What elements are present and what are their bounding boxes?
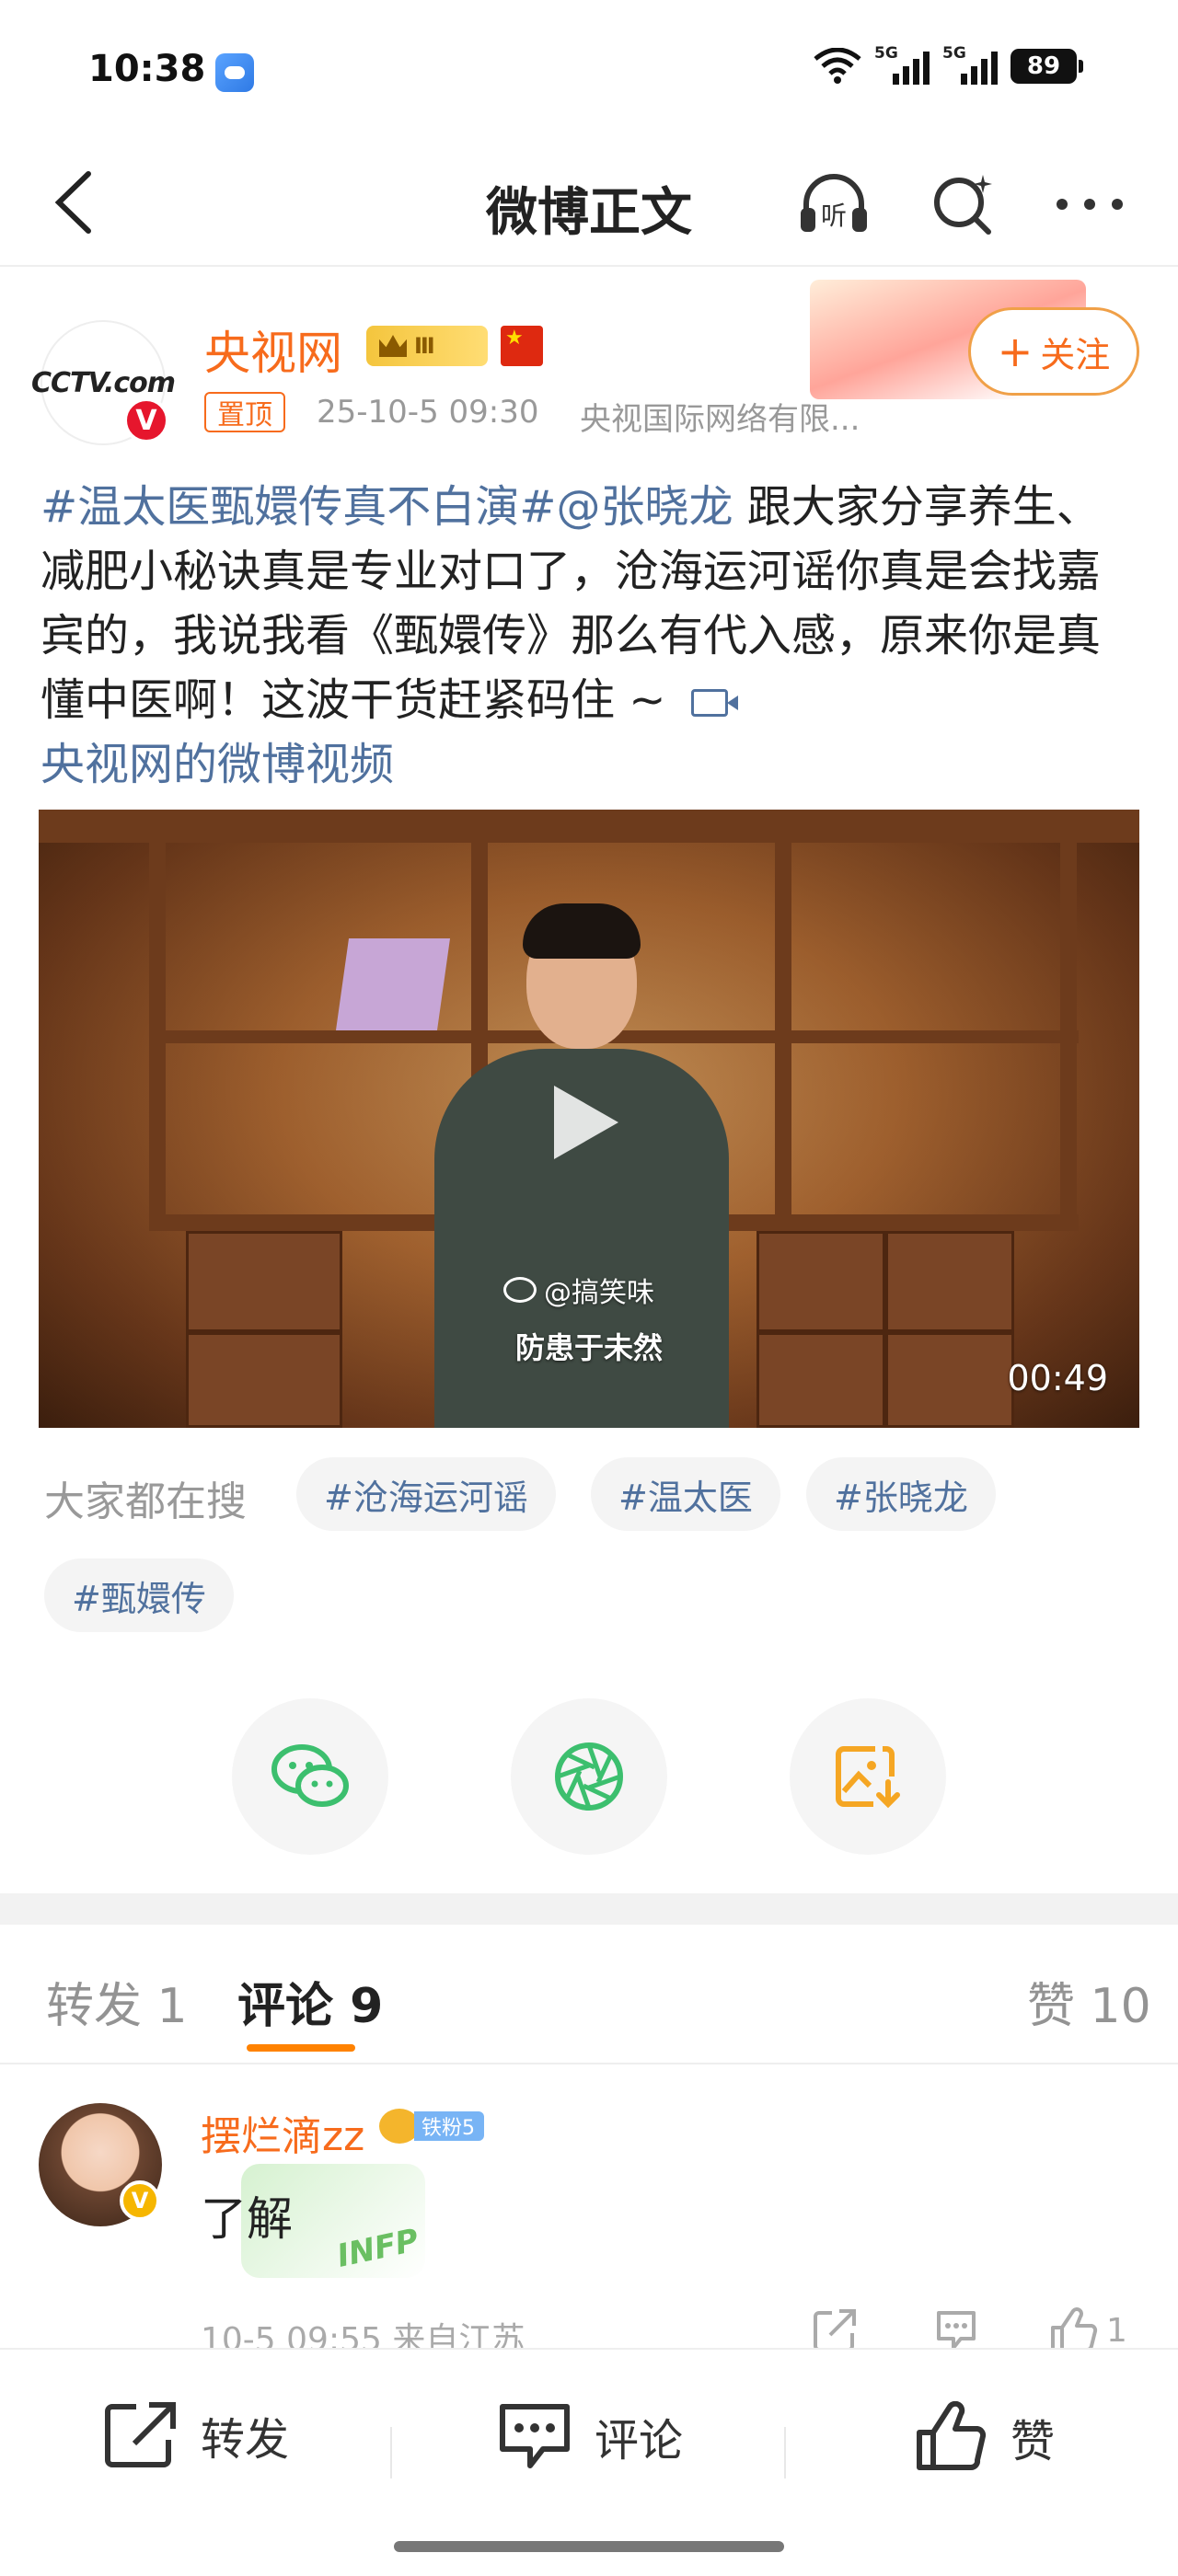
search-tag[interactable]: #温太医 (591, 1457, 780, 1531)
more-button[interactable] (1053, 167, 1126, 241)
weather-icon (215, 53, 254, 92)
comment-text: 了解 (201, 2192, 293, 2246)
save-image-button[interactable] (790, 1698, 946, 1855)
post-text: #温太医甄嬛传真不白演#@张晓龙 跟大家分享养生、减肥小秘诀真是专业对口了，沧海… (40, 475, 1141, 797)
video-camera-icon (690, 689, 738, 717)
thumbs-up-icon (1051, 2307, 1098, 2352)
trending-search-label: 大家都在搜 (44, 1478, 247, 1525)
more-icon (1057, 199, 1123, 210)
follow-label: 关注 (1040, 334, 1111, 375)
author-header: CCTV.com V 央视网 Ⅲ 置顶 25-10-5 09:30 央视国际网络… (0, 269, 1178, 453)
search-button[interactable] (926, 167, 999, 241)
china-flag-icon (501, 326, 543, 366)
tab-repost[interactable]: 转发 1 (46, 1967, 188, 2036)
top-nav: 微博正文 听 (0, 138, 1178, 267)
plus-icon: + (997, 327, 1034, 376)
verified-icon: V (123, 397, 169, 443)
verified-icon: V (120, 2180, 160, 2221)
battery-icon: 89 (1011, 49, 1083, 84)
wechat-icon (271, 1744, 349, 1807)
share-wechat-button[interactable] (232, 1698, 388, 1855)
bottom-action-bar: 转发 评论 赞 (0, 2348, 1178, 2576)
interaction-tabs: 转发 1 评论 9 赞 10 (0, 1925, 1178, 2064)
member-badge[interactable]: Ⅲ (366, 326, 488, 366)
listen-button[interactable]: 听 (797, 167, 871, 241)
save-image-icon (836, 1746, 900, 1809)
comment-icon (937, 2311, 976, 2350)
search-tag[interactable]: #甄嬛传 (44, 1558, 234, 1632)
comment-label: 评论 (595, 2415, 684, 2467)
tab-comment[interactable]: 评论 9 (237, 1967, 383, 2036)
video-link[interactable]: 央视网的微博视频 (40, 739, 394, 790)
page-title: 微博正文 (486, 183, 692, 243)
pinned-badge: 置顶 (204, 392, 285, 432)
signal-icon: 5G (874, 44, 930, 85)
wifi-icon (814, 48, 861, 84)
author-name[interactable]: 央视网 (204, 316, 342, 383)
follow-button[interactable]: + 关注 (968, 307, 1139, 396)
post-source: 央视国际网络有限... (580, 401, 860, 438)
comment-like-button[interactable]: 1 (1049, 2307, 1127, 2353)
status-bar: 10:38 5G 5G 89 (0, 0, 1178, 138)
separator (390, 2427, 392, 2478)
share-icon (105, 2402, 176, 2467)
video-duration: 00:49 (1007, 1358, 1108, 1398)
drawer (756, 1231, 885, 1332)
headphones-icon: 听 (801, 174, 867, 232)
status-time: 10:38 (88, 48, 206, 90)
comment-share-button[interactable] (812, 2307, 858, 2352)
drawer (885, 1231, 1014, 1332)
member-level: Ⅲ (414, 333, 435, 359)
video-watermark: @搞笑味 (503, 1270, 654, 1310)
post-time: 25-10-5 09:30 (317, 394, 539, 431)
like-label: 赞 (1011, 2416, 1056, 2467)
thumbs-up-icon (917, 2401, 987, 2470)
video-subtitle: 防患于未然 (514, 1330, 663, 1365)
signal-icon: 5G (942, 44, 998, 85)
topic-link[interactable]: #温太医甄嬛传真不白演# (40, 481, 556, 533)
active-tab-indicator (247, 2044, 355, 2052)
tab-like[interactable]: 赞 10 (1027, 1967, 1151, 2036)
fan-badge[interactable]: 铁粉5 (379, 2109, 484, 2144)
drawer (186, 1231, 342, 1332)
share-icon (814, 2309, 856, 2352)
separator (784, 2427, 786, 2478)
repost-label: 转发 (201, 2414, 290, 2466)
home-indicator[interactable] (394, 2541, 784, 2552)
play-icon[interactable] (554, 1086, 618, 1159)
commenter-name[interactable]: 摆烂滴zz (201, 2103, 364, 2162)
weibo-icon (503, 1277, 537, 1303)
svg-text:听: 听 (821, 201, 847, 231)
search-tag[interactable]: #张晓龙 (806, 1457, 996, 1531)
avatar-logo: CCTV.com (30, 366, 176, 399)
search-tag[interactable]: #沧海运河谣 (296, 1457, 556, 1531)
book-prop (335, 938, 451, 1030)
fan-badge-label: 铁粉5 (414, 2111, 484, 2141)
video-player[interactable]: @搞笑味 防患于未然 00:49 (39, 810, 1139, 1428)
share-moments-button[interactable] (511, 1698, 667, 1855)
comment-icon (500, 2404, 570, 2468)
repost-button[interactable]: 转发 (103, 2401, 289, 2469)
section-divider (0, 1893, 1178, 1925)
status-indicators: 5G 5G 89 (814, 44, 1083, 85)
comment-reply-button[interactable] (933, 2307, 979, 2352)
search-icon (934, 175, 992, 235)
comment-like-count: 1 (1106, 2311, 1127, 2350)
like-button[interactable]: 赞 (915, 2401, 1055, 2473)
mention-link[interactable]: @张晓龙 (556, 481, 733, 533)
moments-icon (555, 1742, 623, 1811)
comment-button[interactable]: 评论 (497, 2401, 683, 2471)
crown-icon (379, 335, 407, 357)
cabinet-top (39, 810, 1139, 843)
